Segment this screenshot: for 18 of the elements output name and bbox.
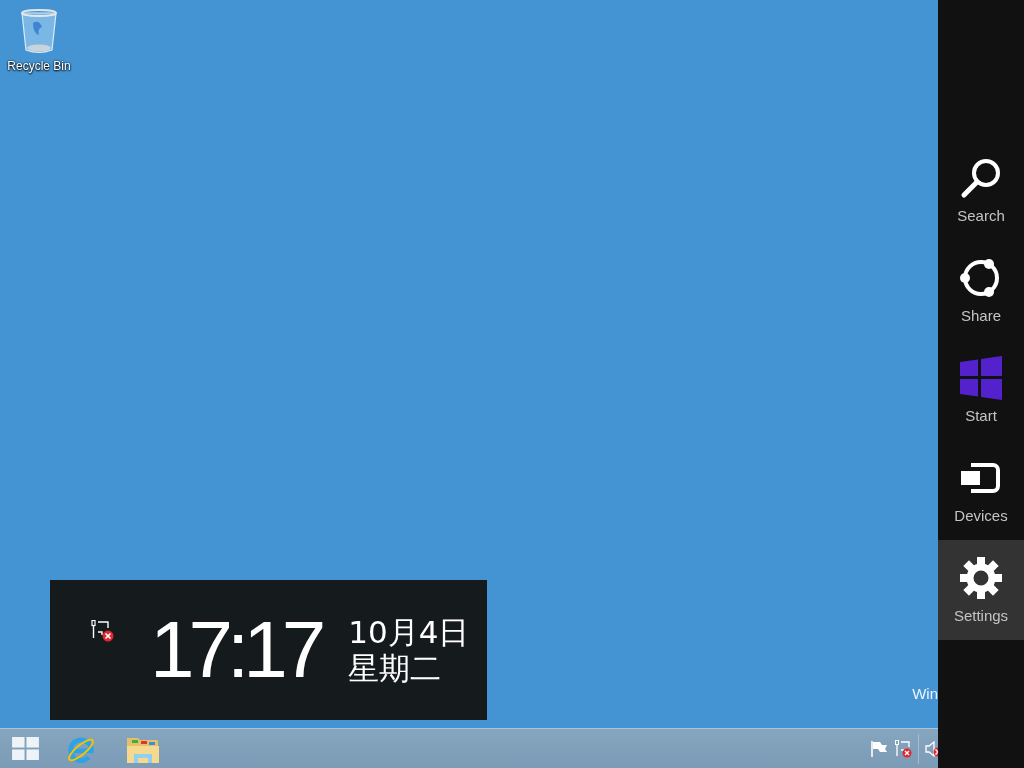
charm-button[interactable]: Share bbox=[938, 240, 1024, 340]
charm-button[interactable]: Devices bbox=[938, 440, 1024, 540]
network-error-icon bbox=[90, 620, 114, 642]
windows-logo-icon bbox=[11, 737, 39, 760]
clock-weekday: 星期二 bbox=[348, 650, 443, 686]
windows-logo-icon bbox=[959, 356, 1003, 400]
flag-icon[interactable] bbox=[870, 739, 888, 758]
network-error-icon[interactable] bbox=[894, 739, 912, 758]
speaker-muted-icon[interactable] bbox=[925, 739, 938, 758]
charm-button[interactable]: Settings bbox=[938, 540, 1024, 640]
recycle-bin-icon[interactable] bbox=[19, 7, 59, 55]
clock-time: 17:17 bbox=[150, 607, 321, 693]
settings-icon bbox=[959, 556, 1003, 600]
search-icon bbox=[959, 156, 1003, 200]
desktop-corner-text: Win bbox=[912, 685, 938, 702]
charm-button[interactable]: Search bbox=[938, 140, 1024, 240]
clock-date: 10月4日 bbox=[348, 614, 470, 650]
charm-button[interactable]: Start bbox=[938, 340, 1024, 440]
